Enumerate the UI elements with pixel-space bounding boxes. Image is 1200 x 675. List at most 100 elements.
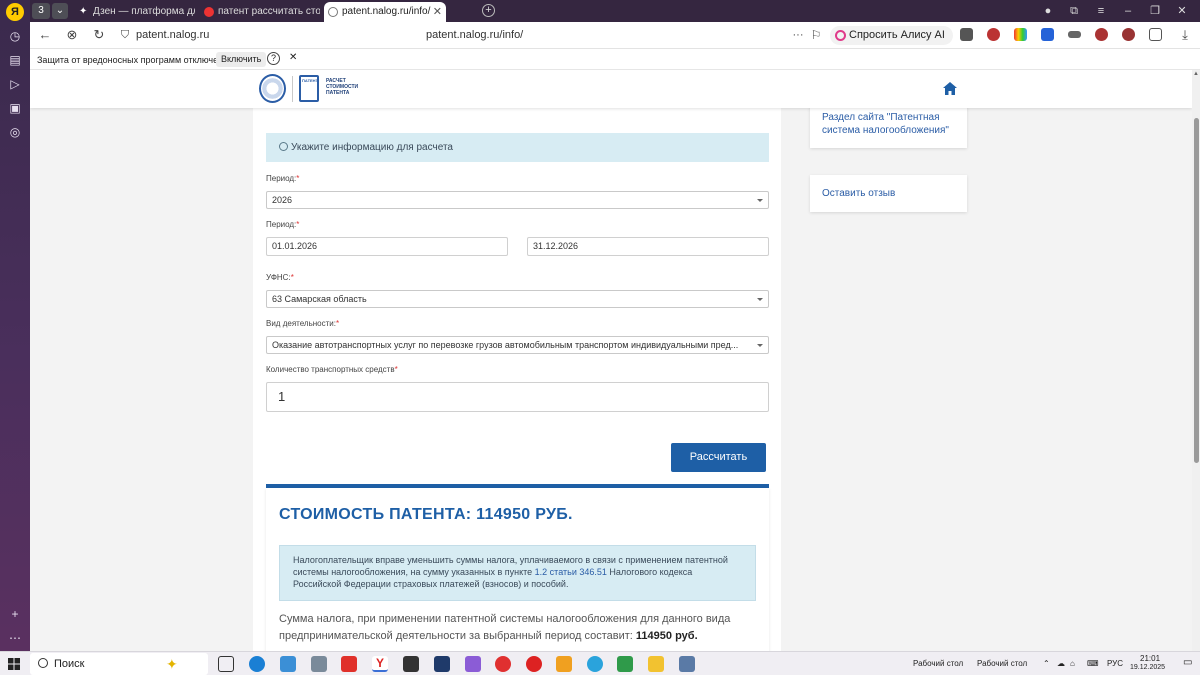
tab-group-badge[interactable]: 3	[32, 3, 50, 19]
activity-select[interactable]: Оказание автотранспортных услуг по перев…	[266, 336, 769, 354]
yandex-protect-icon[interactable]: ⊗	[64, 27, 80, 43]
new-tab-button[interactable]: +	[482, 4, 495, 17]
period-select[interactable]: 2026	[266, 191, 769, 209]
app-blue-icon[interactable]	[280, 656, 296, 672]
site-domain[interactable]: patent.nalog.ru	[136, 29, 209, 41]
excel-icon[interactable]	[617, 656, 633, 672]
minimize-icon[interactable]: –	[1120, 3, 1136, 19]
cloud-icon[interactable]: ☁	[1057, 659, 1065, 668]
ufns-select[interactable]: 63 Самарская область	[266, 290, 769, 308]
feedback-link[interactable]: Оставить отзыв	[822, 187, 895, 200]
summary-amount: 114950 руб.	[635, 630, 698, 642]
ask-alice-button[interactable]: Спросить Алису AI	[830, 26, 953, 45]
app-dark-icon[interactable]	[403, 656, 419, 672]
label-text: УФНС:	[266, 273, 291, 282]
keyboard-icon[interactable]: ⌨	[1087, 659, 1099, 668]
desktop-toolbar-1[interactable]: Рабочий стол	[913, 659, 963, 668]
extension-color-icon[interactable]	[1014, 28, 1027, 41]
calculate-button[interactable]: Рассчитать	[671, 443, 766, 472]
telegram-icon[interactable]	[587, 656, 603, 672]
extensions-puzzle-icon[interactable]	[1149, 28, 1162, 41]
tab-search[interactable]: патент рассчитать стоим	[200, 2, 320, 22]
media-icon[interactable]: ▷	[7, 76, 23, 92]
required-mark: *	[296, 174, 300, 183]
tab-patent[interactable]: patent.nalog.ru/info/ ✕	[324, 2, 446, 22]
extension-avatar-icon[interactable]	[1095, 28, 1108, 41]
globe-icon	[328, 7, 338, 17]
app-navy-icon[interactable]	[434, 656, 450, 672]
input-language[interactable]: РУС	[1107, 659, 1123, 668]
yandex-browser-logo-icon[interactable]: Я	[6, 3, 24, 21]
page-scrollbar[interactable]: ▲	[1192, 70, 1200, 651]
group-icon[interactable]: ▣	[7, 100, 23, 116]
extension-avatar2-icon[interactable]	[1122, 28, 1135, 41]
app-gray-icon[interactable]	[311, 656, 327, 672]
shield-icon[interactable]: ⛉	[117, 27, 133, 43]
site-logo-text[interactable]: РАСЧЕТ СТОИМОСТИ ПАТЕНТА	[326, 78, 366, 96]
close-window-icon[interactable]: ✕	[1174, 3, 1190, 19]
label-text: Вид деятельности:	[266, 319, 336, 328]
deduction-note: Налогоплательщик вправе уменьшить суммы …	[279, 545, 756, 601]
tax-code-link[interactable]: 1.2 статьи 346.51	[535, 567, 607, 577]
date-to-input[interactable]: 31.12.2026	[527, 237, 769, 256]
extensions-icon[interactable]: ⧉	[1066, 3, 1082, 19]
back-icon[interactable]: ←	[37, 27, 53, 43]
bookmark-icon[interactable]: ⚐	[808, 27, 824, 43]
more-panels-icon[interactable]: ⋯	[7, 630, 23, 646]
tab-title: Дзен — платформа для п	[93, 6, 195, 17]
tray-chevron-icon[interactable]: ⌃	[1043, 659, 1050, 668]
url-field[interactable]: patent.nalog.ru/info/	[426, 29, 523, 41]
extension-gray-icon[interactable]	[1068, 31, 1081, 38]
reload-icon[interactable]: ↻	[91, 27, 107, 43]
help-icon[interactable]: ?	[267, 52, 280, 65]
tab-group-chevron-icon[interactable]: ⌄	[52, 3, 68, 19]
fns-emblem-icon[interactable]	[259, 74, 286, 103]
history-icon[interactable]: ◷	[7, 28, 23, 44]
patent-section-link[interactable]: Раздел сайта "Патентная система налогооб…	[822, 111, 957, 137]
close-infobar-icon[interactable]: ✕	[289, 52, 297, 63]
protection-infobar: Защита от вредоносных программ отключена…	[30, 49, 1200, 70]
clock-date[interactable]: 19.12.2025	[1130, 664, 1165, 671]
clock-time[interactable]: 21:01	[1140, 654, 1160, 663]
yandex-app-icon[interactable]	[341, 656, 357, 672]
scroll-thumb[interactable]	[1194, 118, 1199, 463]
menu-icon[interactable]: ≡	[1093, 3, 1109, 19]
opera-icon[interactable]	[495, 656, 511, 672]
task-view-icon[interactable]	[218, 656, 234, 672]
close-tab-icon[interactable]: ✕	[433, 2, 442, 22]
extension-shield-icon[interactable]	[960, 28, 973, 41]
infobar-text: Защита от вредоносных программ отключена	[37, 55, 229, 65]
vehicles-count-input[interactable]: 1	[266, 382, 769, 412]
screenshot-icon[interactable]: ◎	[7, 124, 23, 140]
tax-summary: Сумма налога, при применении патентной с…	[279, 611, 749, 645]
extension-red-icon[interactable]	[987, 28, 1000, 41]
patent-logo-icon[interactable]: ПАТЕНТ	[299, 75, 319, 102]
scroll-up-icon[interactable]: ▲	[1193, 71, 1199, 77]
enable-protection-button[interactable]: Включить	[216, 52, 267, 67]
date-from-input[interactable]: 01.01.2026	[266, 237, 508, 256]
windows-start-icon[interactable]	[8, 658, 20, 670]
taskbar-search[interactable]: Поиск ✦	[30, 653, 208, 675]
label-text: Период:	[266, 220, 297, 229]
collections-icon[interactable]: ▤	[7, 52, 23, 68]
more-dots[interactable]: ···	[790, 27, 806, 43]
app-red-icon[interactable]	[526, 656, 542, 672]
edge-icon[interactable]	[249, 656, 265, 672]
app-orange-icon[interactable]	[556, 656, 572, 672]
home-icon[interactable]	[943, 82, 957, 95]
app-screen-icon[interactable]	[679, 656, 695, 672]
yandex-browser-taskbar-icon[interactable]: Y	[372, 656, 388, 672]
page-viewport: Раздел сайта "Патентная система налогооб…	[30, 70, 1192, 651]
add-panel-icon[interactable]: +	[7, 606, 23, 622]
file-explorer-icon[interactable]	[648, 656, 664, 672]
downloads-icon[interactable]: ⤓	[1177, 27, 1193, 43]
desktop-toolbar-2[interactable]: Рабочий стол	[977, 659, 1027, 668]
tab-strip: 3 ⌄ ✦ Дзен — платформа для п патент расс…	[30, 0, 1200, 22]
notifications-icon[interactable]: ▭	[1183, 657, 1192, 668]
app-purple-icon[interactable]	[465, 656, 481, 672]
tab-dzen[interactable]: ✦ Дзен — платформа для п	[75, 2, 195, 22]
restore-icon[interactable]: ❐	[1147, 3, 1163, 19]
network-icon[interactable]: ⌂	[1070, 659, 1075, 668]
extension-blue-icon[interactable]	[1041, 28, 1054, 41]
profile-icon[interactable]: ●	[1040, 3, 1056, 19]
